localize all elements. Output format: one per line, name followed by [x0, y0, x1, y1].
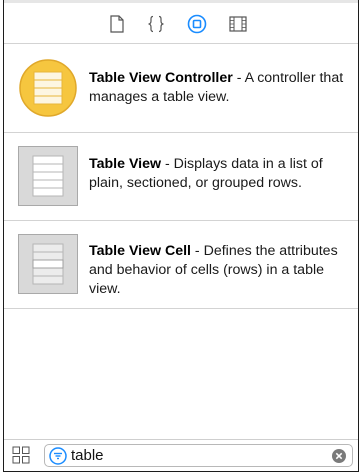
- tab-code-snippet-library[interactable]: [145, 13, 167, 35]
- table-view-controller-icon: [19, 59, 77, 117]
- tab-file-template-library[interactable]: [106, 13, 128, 35]
- list-item-table-view-controller[interactable]: Table View Controller - A controller tha…: [4, 45, 358, 133]
- filter-icon[interactable]: [49, 447, 67, 465]
- braces-icon: [148, 15, 164, 33]
- film-icon: [229, 16, 247, 32]
- item-text: Table View Cell - Defines the attributes…: [89, 242, 351, 299]
- clear-icon[interactable]: [332, 449, 346, 463]
- tab-media-library[interactable]: [227, 13, 249, 35]
- filter-search-field[interactable]: [44, 444, 353, 467]
- list-item-table-view-cell[interactable]: Table View Cell - Defines the attributes…: [4, 221, 358, 309]
- file-icon: [110, 15, 124, 33]
- tab-object-library[interactable]: [186, 13, 208, 35]
- item-text: Table View Controller - A controller tha…: [89, 69, 351, 107]
- table-view-icon: [18, 146, 78, 206]
- item-title: Table View Cell: [89, 243, 191, 259]
- table-view-cell-icon: [18, 234, 78, 294]
- item-text: Table View - Displays data in a list of …: [89, 155, 351, 193]
- item-title: Table View: [89, 156, 162, 172]
- object-list: Table View Controller - A controller tha…: [4, 45, 358, 309]
- grid-view-icon[interactable]: [12, 446, 30, 464]
- item-title: Table View Controller: [89, 70, 233, 86]
- object-icon: [187, 14, 207, 34]
- library-tab-bar: [4, 3, 358, 44]
- object-library-panel: Table View Controller - A controller tha…: [3, 0, 359, 472]
- bottom-bar: [4, 439, 358, 471]
- list-item-table-view[interactable]: Table View - Displays data in a list of …: [4, 133, 358, 221]
- search-input[interactable]: [71, 446, 321, 465]
